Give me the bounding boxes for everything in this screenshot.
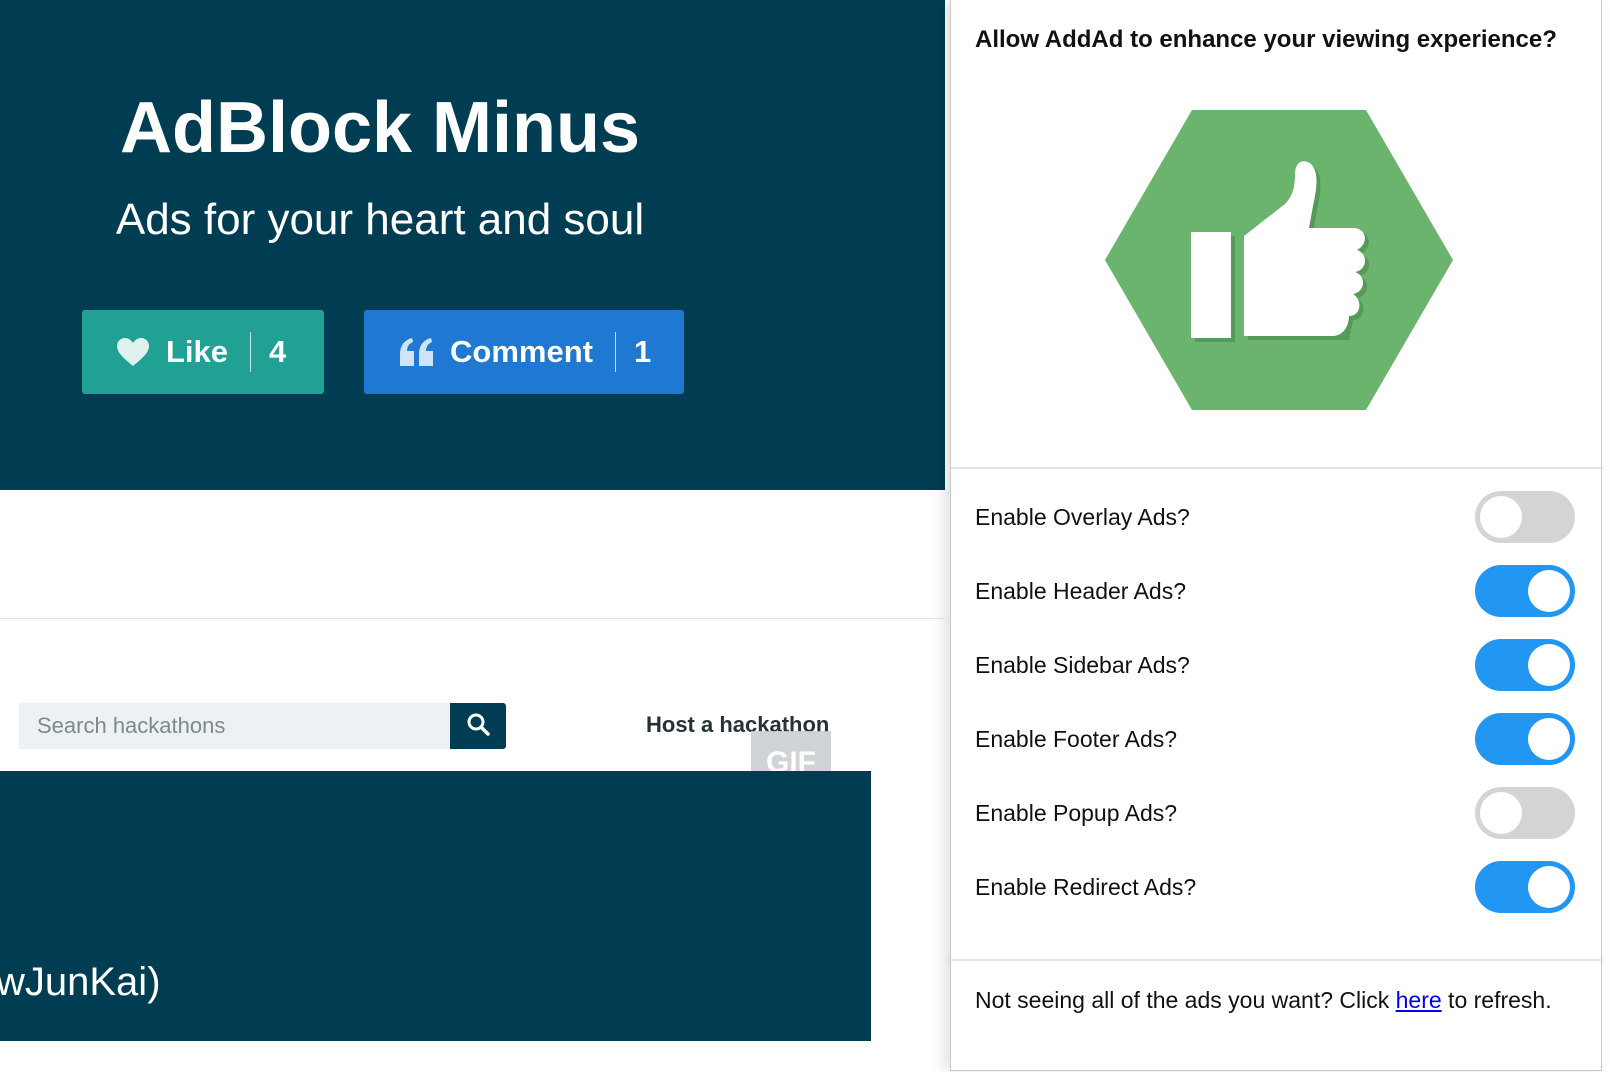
toggle-knob — [1480, 496, 1522, 538]
toggle-label: Enable Overlay Ads? — [975, 503, 1190, 530]
footer-ads-toggle[interactable] — [1475, 713, 1575, 765]
page-title: AdBlock Minus — [119, 88, 641, 168]
heart-icon — [116, 337, 150, 367]
sidebar-ads-toggle[interactable] — [1475, 639, 1575, 691]
toggle-knob — [1528, 644, 1570, 686]
toggle-label: Enable Sidebar Ads? — [975, 651, 1190, 678]
overlay-ads-toggle[interactable] — [1475, 491, 1575, 543]
toggle-label: Enable Redirect Ads? — [975, 873, 1197, 900]
search-input[interactable]: Search hackathons — [19, 703, 450, 749]
popup-divider — [951, 467, 1601, 469]
toggle-label: Enable Popup Ads? — [975, 799, 1178, 826]
refresh-message-prefix: Not seeing all of the ads you want? Clic… — [975, 987, 1396, 1013]
button-divider — [250, 332, 252, 372]
toggle-label: Enable Footer Ads? — [975, 725, 1178, 752]
refresh-message: Not seeing all of the ads you want? Clic… — [975, 985, 1575, 1015]
popup-divider — [951, 959, 1601, 961]
search-button[interactable] — [450, 703, 506, 749]
comment-button[interactable]: Comment 1 — [364, 310, 684, 394]
refresh-link[interactable]: here — [1396, 987, 1442, 1013]
toggle-row-sidebar-ads: Enable Sidebar Ads? — [975, 639, 1575, 691]
toggle-knob — [1480, 792, 1522, 834]
toggle-knob — [1528, 866, 1570, 908]
toggle-row-redirect-ads: Enable Redirect Ads? — [975, 861, 1575, 913]
section-divider — [0, 618, 945, 619]
search-placeholder: Search hackathons — [37, 713, 226, 738]
like-count: 4 — [269, 334, 287, 369]
banner-text: wJunKai) — [0, 960, 161, 1004]
thumbs-up-icon — [1105, 110, 1453, 410]
like-button[interactable]: Like 4 — [82, 310, 324, 394]
project-hero: AdBlock Minus Ads for your heart and sou… — [0, 0, 945, 490]
redirect-ads-toggle[interactable] — [1475, 861, 1575, 913]
page-subtitle: Ads for your heart and soul — [115, 195, 645, 244]
toggle-row-popup-ads: Enable Popup Ads? — [975, 787, 1575, 839]
toggle-row-overlay-ads: Enable Overlay Ads? — [975, 491, 1575, 543]
search-icon — [466, 712, 490, 741]
toggle-knob — [1528, 570, 1570, 612]
popup-heading: Allow AddAd to enhance your viewing expe… — [975, 26, 1557, 53]
toggle-label: Enable Header Ads? — [975, 577, 1186, 604]
toggle-row-header-ads: Enable Header Ads? — [975, 565, 1575, 617]
toggle-knob — [1528, 718, 1570, 760]
quote-icon — [400, 338, 434, 366]
refresh-message-suffix: to refresh. — [1441, 987, 1552, 1013]
toggle-row-footer-ads: Enable Footer Ads? — [975, 713, 1575, 765]
comment-count: 1 — [633, 334, 652, 369]
header-ads-toggle[interactable] — [1475, 565, 1575, 617]
addad-popup: Allow AddAd to enhance your viewing expe… — [950, 0, 1602, 1071]
like-label: Like — [166, 334, 229, 369]
popup-ads-toggle[interactable] — [1475, 787, 1575, 839]
button-divider — [614, 332, 616, 372]
comment-label: Comment — [450, 334, 593, 369]
